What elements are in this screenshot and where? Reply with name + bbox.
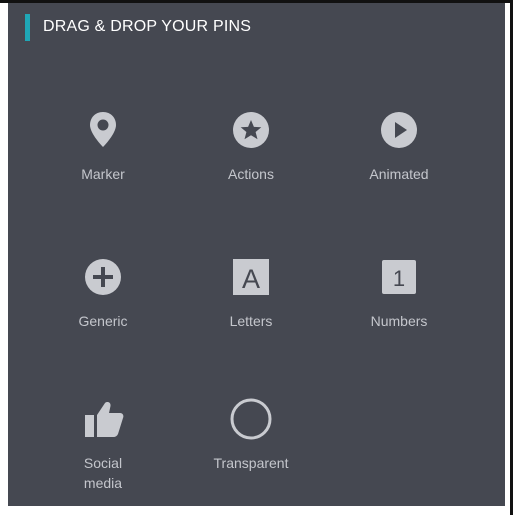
number-glyph: 1 [393, 266, 405, 291]
pin-palette-frame: DRAG & DROP YOUR PINS Marker Actions Ani… [0, 0, 513, 515]
pin-label: Actions [228, 166, 274, 182]
panel-header: DRAG & DROP YOUR PINS [25, 13, 251, 41]
map-marker-icon [81, 108, 125, 152]
pin-letters[interactable]: A Letters [191, 255, 311, 331]
letter-glyph: A [242, 264, 260, 294]
thumbs-up-icon [81, 397, 125, 441]
panel-title: DRAG & DROP YOUR PINS [43, 18, 252, 35]
pin-label: Letters [229, 313, 273, 329]
pin-animated[interactable]: Animated [339, 108, 459, 184]
ring-icon [229, 397, 273, 441]
pin-transparent[interactable]: Transparent [191, 397, 311, 473]
pin-generic[interactable]: Generic [43, 255, 163, 331]
star-circle-icon [229, 108, 273, 152]
pin-numbers[interactable]: 1 Numbers [339, 255, 459, 331]
number-1-box-icon: 1 [377, 255, 421, 299]
letter-a-box-icon: A [229, 255, 273, 299]
play-circle-icon [377, 108, 421, 152]
pin-label: Generic [78, 313, 128, 329]
pin-label: Transparent [213, 455, 289, 471]
header-accent-bar [25, 13, 30, 41]
pin-label: Social media [83, 455, 123, 491]
pin-actions[interactable]: Actions [191, 108, 311, 184]
pin-label: Marker [81, 166, 125, 182]
plus-circle-icon [81, 255, 125, 299]
pin-label: Animated [369, 166, 429, 182]
pin-label: Numbers [370, 313, 428, 329]
pin-social-media[interactable]: Social media [43, 397, 163, 493]
pin-palette-panel: DRAG & DROP YOUR PINS Marker Actions Ani… [8, 3, 505, 506]
pin-marker[interactable]: Marker [43, 108, 163, 184]
